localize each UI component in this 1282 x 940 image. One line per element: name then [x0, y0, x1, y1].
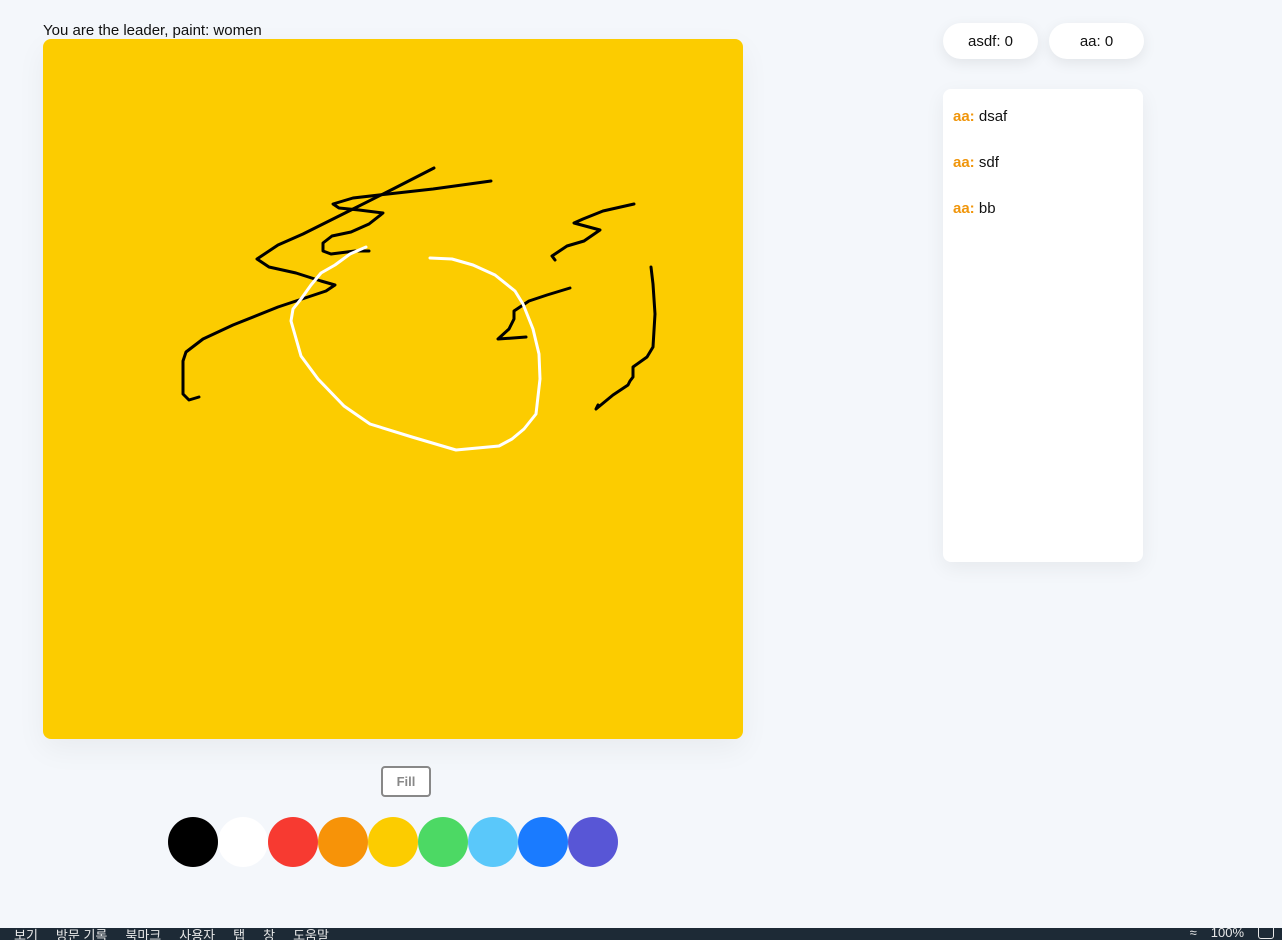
- menu-window[interactable]: 창: [263, 928, 275, 940]
- color-swatch-light-blue[interactable]: [468, 817, 518, 867]
- menu-view[interactable]: 보기: [14, 928, 38, 940]
- menu-profiles[interactable]: 사용자: [179, 928, 215, 940]
- menubar-status: ≈ 100%: [1190, 928, 1274, 940]
- game-instruction: You are the leader, paint: women: [43, 22, 262, 39]
- chat-message: aa: sdf: [953, 153, 1133, 173]
- menu-tab[interactable]: 탭: [233, 928, 245, 940]
- chat-text: dsaf: [978, 108, 1008, 125]
- color-swatch-yellow[interactable]: [368, 817, 418, 867]
- stroke-black-5: [594, 265, 657, 411]
- chat-username: aa:: [953, 154, 975, 171]
- color-swatch-black[interactable]: [168, 817, 218, 867]
- chat-message: aa: bb: [953, 199, 1133, 219]
- scoreboard: asdf: 0 aa: 0: [943, 23, 1144, 59]
- stroke-black-3: [550, 202, 636, 262]
- fill-button[interactable]: Fill: [381, 766, 431, 797]
- chat-username: aa:: [953, 108, 975, 125]
- player-score: asdf: 0: [943, 23, 1038, 59]
- stroke-white-1: [289, 245, 542, 452]
- color-palette: [168, 817, 618, 867]
- wifi-icon[interactable]: ≈: [1190, 928, 1197, 940]
- color-swatch-purple[interactable]: [568, 817, 618, 867]
- color-swatch-white[interactable]: [218, 817, 268, 867]
- menu-help[interactable]: 도움말: [293, 928, 329, 940]
- color-swatch-red[interactable]: [268, 817, 318, 867]
- menu-bookmarks[interactable]: 북마크: [125, 928, 161, 940]
- stroke-black-2: [321, 179, 493, 256]
- menu-history[interactable]: 방문 기록: [56, 928, 107, 940]
- chat-message: aa: dsaf: [953, 107, 1133, 127]
- player-score: aa: 0: [1049, 23, 1144, 59]
- battery-percent: 100%: [1210, 928, 1244, 940]
- canvas-strokes: [181, 166, 657, 452]
- color-swatch-orange[interactable]: [318, 817, 368, 867]
- chat-username: aa:: [953, 200, 975, 217]
- battery-icon[interactable]: [1258, 928, 1274, 939]
- menu-items: 보기 방문 기록 북마크 사용자 탭 창 도움말: [14, 928, 329, 940]
- color-swatch-blue[interactable]: [518, 817, 568, 867]
- drawing-canvas[interactable]: [43, 39, 743, 739]
- color-swatch-green[interactable]: [418, 817, 468, 867]
- system-menubar: 보기 방문 기록 북마크 사용자 탭 창 도움말 ≈ 100%: [0, 928, 1282, 940]
- chat-panel: aa: dsaf aa: sdf aa: bb: [943, 89, 1143, 562]
- chat-text: bb: [978, 200, 996, 217]
- chat-text: sdf: [978, 154, 999, 171]
